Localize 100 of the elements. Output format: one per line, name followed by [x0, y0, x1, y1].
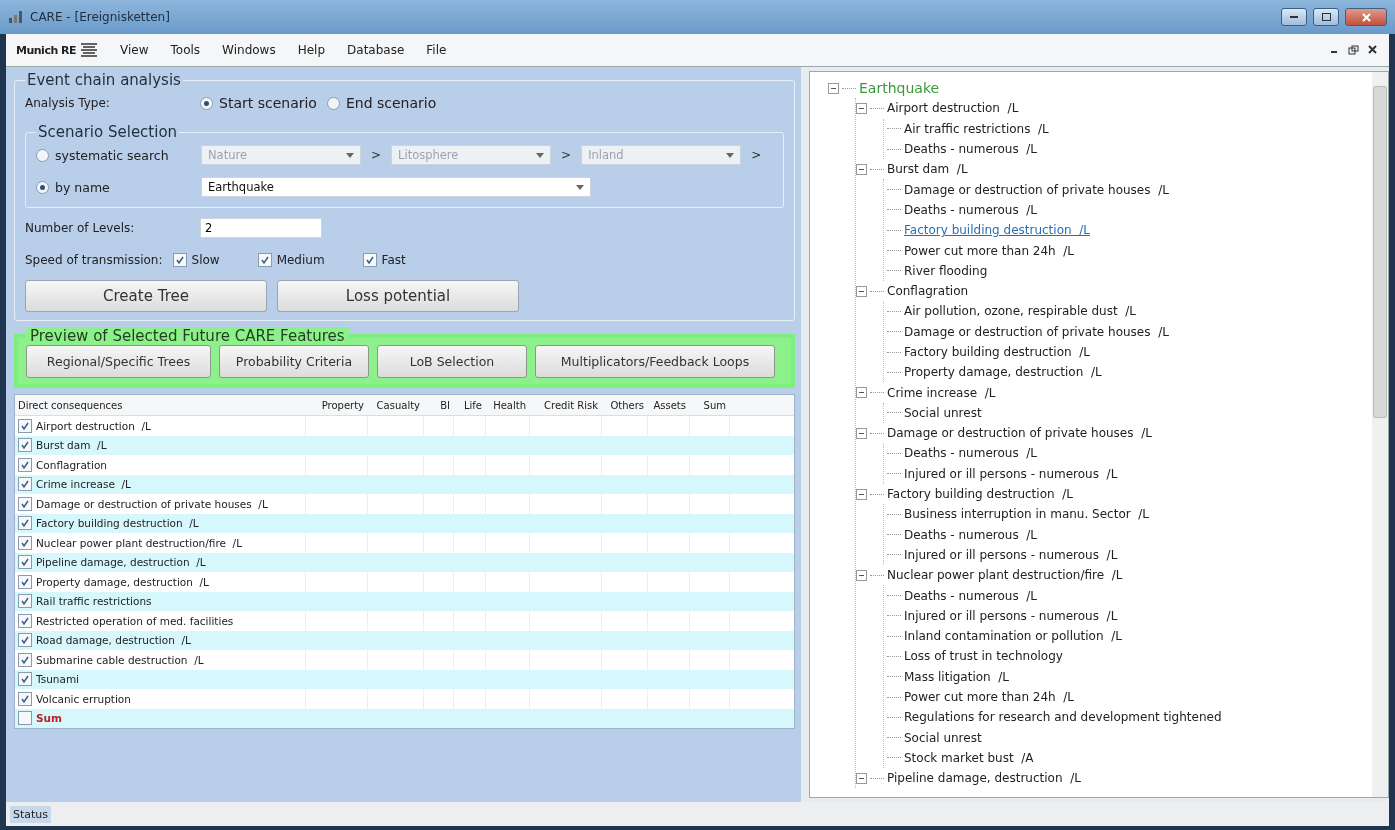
tree-item[interactable]: Injured or ill persons - numerous /L	[904, 608, 1118, 623]
feature-button[interactable]: Regional/Specific Trees	[26, 345, 211, 378]
check-icon	[259, 255, 270, 265]
input-field[interactable]: 2	[200, 218, 322, 238]
tree-item[interactable]: Air traffic restrictions /L	[904, 121, 1049, 136]
row-checkbox[interactable]	[18, 574, 32, 589]
column-header: Direct consequences	[17, 399, 124, 411]
check-icon	[20, 420, 30, 431]
collapse-icon[interactable]	[856, 488, 867, 500]
row-checkbox[interactable]	[18, 418, 32, 433]
tree-item[interactable]: Injured or ill persons - numerous /L	[904, 466, 1118, 481]
check-icon	[20, 557, 30, 568]
tree-item[interactable]: Loss of trust in technology	[904, 649, 1063, 664]
tree-item[interactable]: Inland contamination or pollution /L	[904, 629, 1122, 644]
tree-item[interactable]: Power cut more than 24h /L	[904, 690, 1075, 705]
tree-item[interactable]: Regulations for research and development tightened	[904, 710, 1222, 725]
tree-item[interactable]: Property damage, destruction /L	[904, 365, 1102, 380]
feature-button[interactable]: Multiplicators/Feedback Loops	[535, 345, 775, 378]
collapse-icon[interactable]	[856, 772, 867, 784]
tree-item[interactable]: Deaths - numerous /L	[904, 527, 1037, 542]
checkbox-option[interactable]: Medium	[257, 253, 325, 267]
collapse-icon[interactable]	[856, 102, 867, 114]
row-checkbox[interactable]	[18, 633, 32, 648]
row-checkbox[interactable]	[18, 477, 32, 492]
tree-item[interactable]: Pipeline damage, destruction /L	[887, 771, 1081, 786]
menu-item[interactable]: File	[426, 43, 447, 57]
menu-item[interactable]: View	[120, 43, 149, 57]
checkbox-option[interactable]: Slow	[172, 253, 220, 267]
row-checkbox[interactable]	[18, 555, 32, 570]
tree-item[interactable]: Deaths - numerous /L	[904, 588, 1037, 603]
tree-item[interactable]: Crime increase /L	[887, 385, 996, 400]
tree-item[interactable]: Factory building destruction /L	[904, 345, 1090, 359]
section-title: Scenario Selection	[37, 123, 179, 141]
row-checkbox[interactable]	[18, 652, 32, 667]
radio-option[interactable]: Start scenario	[200, 95, 317, 111]
radio-option[interactable]: End scenario	[326, 95, 437, 111]
tree-item[interactable]: Damage or destruction of private houses /L	[904, 324, 1169, 339]
row-checkbox[interactable]	[18, 594, 32, 609]
action-button[interactable]: Create Tree	[25, 280, 267, 312]
field-label: Number of Levels:	[25, 221, 136, 235]
row-checkbox[interactable]	[18, 438, 32, 453]
maximize-button[interactable]	[1313, 8, 1339, 26]
tree-item[interactable]: Social unrest	[904, 730, 982, 745]
tree-item[interactable]: Social unrest	[904, 405, 982, 420]
tree-item[interactable]: Mass litigation /L	[904, 669, 1010, 684]
row-checkbox[interactable]	[18, 613, 32, 628]
radio-option[interactable]: systematic search	[36, 147, 191, 163]
tree-item[interactable]: Factory building destruction /L	[887, 487, 1073, 502]
row-checkbox[interactable]	[18, 535, 32, 550]
row-checkbox[interactable]	[18, 711, 32, 726]
tree-item[interactable]: Deaths - numerous /L	[904, 202, 1037, 217]
column-header: Assets	[652, 399, 687, 411]
tree-item[interactable]: Injured or ill persons - numerous /L	[904, 547, 1118, 562]
menu-item[interactable]: Help	[297, 43, 326, 57]
check-icon	[20, 440, 30, 451]
menu-item[interactable]: Windows	[222, 43, 276, 57]
logo-text: Munich RE	[16, 43, 77, 57]
row-checkbox[interactable]	[18, 516, 32, 531]
minimize-button[interactable]	[1281, 8, 1307, 26]
tree-item[interactable]: Burst dam /L	[887, 162, 968, 177]
menu-item[interactable]: Tools	[170, 43, 201, 57]
collapse-icon[interactable]	[856, 285, 867, 297]
tree-item[interactable]: Business interruption in manu. Sector /L	[904, 507, 1149, 522]
caret-icon	[536, 152, 545, 158]
radio-option[interactable]: by name	[36, 179, 191, 195]
row-label: Rail traffic restrictions	[36, 595, 152, 608]
tree-item[interactable]: River flooding	[904, 263, 988, 278]
tree-item[interactable]: Power cut more than 24h /L	[904, 243, 1075, 258]
tree-item[interactable]: Stock market bust /A	[904, 750, 1034, 765]
tree-item[interactable]: Air pollution, ozone, respirable dust /L	[904, 304, 1136, 319]
row-checkbox[interactable]	[18, 691, 32, 706]
action-button[interactable]: Loss potential	[277, 280, 519, 312]
collapse-icon[interactable]	[828, 82, 839, 94]
checkbox-option[interactable]: Fast	[362, 253, 406, 267]
row-checkbox[interactable]	[18, 672, 32, 687]
collapse-icon[interactable]	[856, 427, 867, 439]
tree-item[interactable]: Deaths - numerous /L	[904, 446, 1037, 461]
feature-button[interactable]: Probability Criteria	[219, 345, 369, 378]
collapse-icon[interactable]	[856, 387, 867, 399]
caret-icon	[346, 152, 354, 158]
tree-link[interactable]: Factory building destruction /L	[904, 223, 1090, 238]
tree-item[interactable]: Nuclear power plant destruction/fire /L	[887, 568, 1123, 583]
tree-item[interactable]: Damage or destruction of private houses /L	[904, 182, 1169, 197]
window-controls-icon[interactable]	[1331, 45, 1379, 55]
tree-item[interactable]: Earthquake	[859, 80, 940, 97]
tree-item[interactable]: Damage or destruction of private houses /L	[887, 426, 1152, 441]
close-button[interactable]	[1345, 8, 1387, 26]
feature-button[interactable]: LoB Selection	[377, 345, 527, 378]
tree-item[interactable]: Conflagration	[887, 284, 969, 299]
menu-item[interactable]: Database	[347, 43, 405, 57]
collapse-icon[interactable]	[856, 163, 867, 175]
row-label: Airport destruction /L	[36, 419, 151, 432]
row-checkbox[interactable]	[18, 457, 32, 472]
dropdown[interactable]: Earthquake	[201, 177, 591, 197]
tree-item[interactable]: Deaths - numerous /L	[904, 142, 1037, 157]
check-icon	[20, 518, 30, 529]
scrollbar[interactable]	[1372, 72, 1388, 797]
row-checkbox[interactable]	[18, 496, 32, 511]
collapse-icon[interactable]	[856, 569, 867, 581]
tree-item[interactable]: Airport destruction /L	[887, 101, 1019, 116]
